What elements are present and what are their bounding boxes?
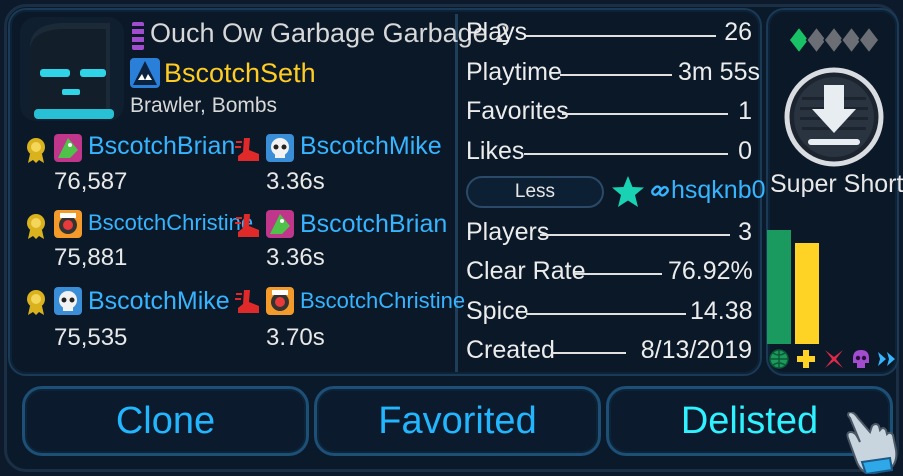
score-leader-name[interactable]: BscotchBrian: [88, 132, 235, 161]
stat-value-plays: 26: [724, 18, 752, 46]
stat-leader-line: [526, 35, 716, 37]
robot-avatar-icon[interactable]: [266, 287, 294, 315]
stat-label-playtime: Playtime: [466, 58, 562, 86]
stat-label-created: Created: [466, 336, 555, 364]
stat-leader-line: [552, 352, 626, 354]
stat-label-clear-rate: Clear Rate: [466, 257, 586, 285]
dino-avatar-icon[interactable]: [266, 210, 294, 238]
medal-icon: [27, 290, 45, 315]
stat-label-players: Players: [466, 218, 550, 246]
skull-icon: [853, 350, 869, 368]
fast-forward-icon: [878, 352, 895, 366]
level-title: Ouch Ow Garbage Garbage 2: [150, 18, 511, 48]
stat-label-plays: Plays: [466, 18, 528, 46]
globe-bar: [767, 230, 791, 344]
share-code-link[interactable]: hsqknb0: [671, 176, 766, 205]
level-icon: [130, 22, 146, 50]
star-icon[interactable]: [610, 174, 646, 210]
stat-leader-line: [524, 153, 728, 155]
score-third-value: 75,535: [54, 324, 128, 351]
stat-value-players: 3: [738, 218, 752, 246]
stat-value-spice: 14.38: [690, 297, 753, 325]
speed-second-name[interactable]: BscotchBrian: [300, 210, 447, 239]
score-third-name[interactable]: BscotchMike: [88, 287, 230, 316]
skull-avatar-icon[interactable]: [54, 287, 82, 315]
medal-icon: [27, 214, 45, 239]
speed-leader-name[interactable]: BscotchMike: [300, 132, 442, 161]
difficulty-diamond-empty: [858, 25, 880, 55]
stat-leader-line: [562, 113, 728, 115]
speed-leader-value: 3.36s: [266, 168, 325, 195]
download-button[interactable]: [784, 67, 884, 167]
stat-leader-line: [560, 74, 672, 76]
skull-avatar-icon[interactable]: [266, 134, 294, 162]
stat-leader-line: [574, 273, 662, 275]
speed-third-name[interactable]: BscotchChristine: [300, 288, 465, 314]
score-second-value: 75,881: [54, 244, 128, 271]
stat-value-playtime: 3m 55s: [678, 58, 760, 86]
speed-second-value: 3.36s: [266, 244, 325, 271]
stat-value-created: 8/13/2019: [640, 336, 752, 364]
boot-icon: [235, 214, 259, 237]
globe-icon: [769, 349, 789, 369]
puzzle-bar: [795, 243, 819, 344]
score-second-name[interactable]: BscotchChristine: [88, 210, 253, 236]
level-tags: Brawler, Bombs: [130, 94, 278, 117]
dino-avatar-icon[interactable]: [54, 134, 82, 162]
stat-label-spice: Spice: [466, 297, 529, 325]
stat-value-favorites: 1: [738, 97, 752, 125]
favorited-button[interactable]: Favorited: [314, 386, 601, 456]
less-button[interactable]: Less: [466, 176, 604, 208]
level-thumbnail: [20, 17, 124, 121]
medal-icon: [27, 138, 45, 163]
spikes-icon: [825, 350, 843, 368]
stat-label-likes: Likes: [466, 137, 525, 165]
pointer-hand-icon: [846, 412, 898, 474]
score-leader-value: 76,587: [54, 168, 128, 195]
stat-leader-line: [540, 234, 730, 236]
stat-label-favorites: Favorites: [466, 97, 569, 125]
level-length-label: Super Short: [770, 170, 903, 198]
boot-icon: [235, 290, 259, 313]
shark-avatar-icon[interactable]: [130, 58, 160, 88]
stat-value-clear-rate: 76.92%: [668, 257, 753, 285]
link-icon: [651, 185, 669, 197]
clone-button[interactable]: Clone: [22, 386, 309, 456]
difficulty-diamonds: [788, 25, 880, 55]
boot-icon: [235, 138, 259, 161]
robot-avatar-icon[interactable]: [54, 210, 82, 238]
puzzle-icon: [797, 350, 815, 368]
speed-third-value: 3.70s: [266, 324, 325, 351]
stat-leader-line: [526, 313, 686, 315]
panel-divider: [455, 14, 458, 372]
creator-name[interactable]: BscotchSeth: [164, 58, 316, 89]
stat-value-likes: 0: [738, 137, 752, 165]
